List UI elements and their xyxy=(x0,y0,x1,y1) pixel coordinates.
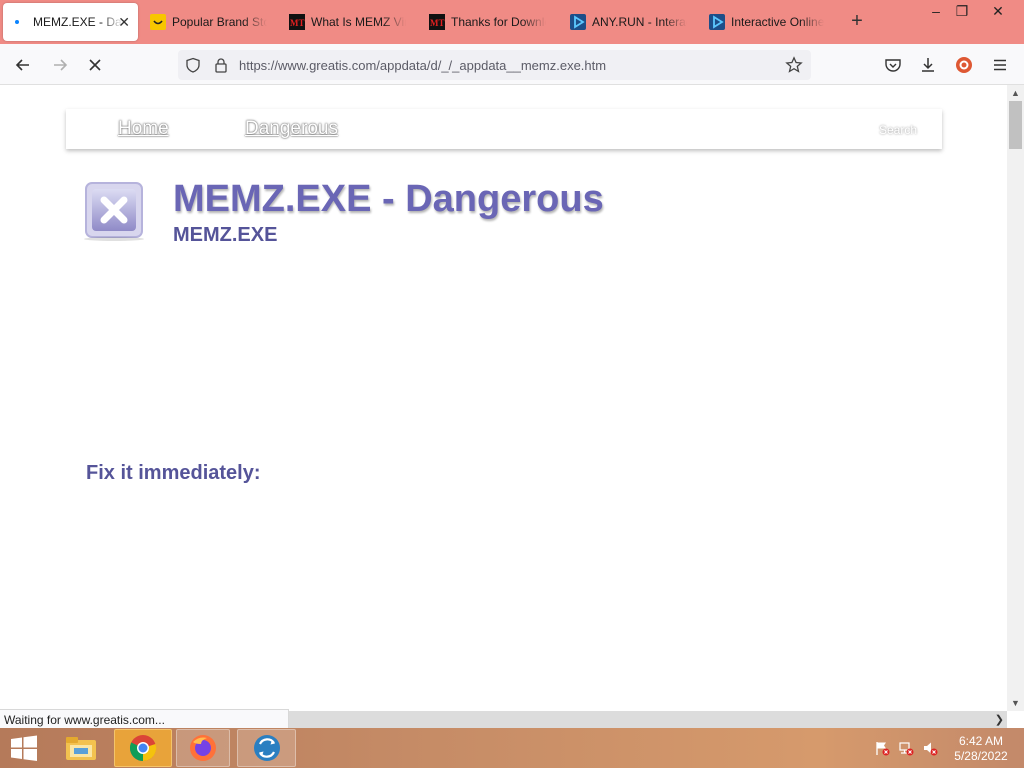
anyrun-app-button[interactable] xyxy=(237,729,296,767)
duckduckgo-extension-icon xyxy=(956,57,972,73)
dangerous-link[interactable]: Dangerous xyxy=(245,118,338,140)
page-title: MEMZ.EXE - Dangerous xyxy=(173,178,604,220)
back-button[interactable] xyxy=(10,52,36,78)
danger-x-icon xyxy=(82,181,146,241)
close-window-icon[interactable]: ✕ xyxy=(982,0,1014,22)
tab-label: ANY.RUN - Interactive xyxy=(592,15,687,29)
close-icon xyxy=(89,59,101,71)
tab-label: Popular Brand Stores xyxy=(172,15,267,29)
tab-popular-brand-stores[interactable]: Popular Brand Stores xyxy=(142,3,275,41)
new-tab-button[interactable]: + xyxy=(846,10,868,32)
pocket-icon xyxy=(885,59,901,72)
close-tab-icon[interactable]: ✕ xyxy=(118,14,130,31)
anyrun-favicon-icon xyxy=(570,14,586,30)
download-icon xyxy=(922,58,934,72)
file-explorer-icon xyxy=(66,737,96,760)
tab-what-is-memz[interactable]: MT What Is MEMZ Virus xyxy=(281,3,414,41)
page-subtitle: MEMZ.EXE xyxy=(173,224,278,246)
smiley-favicon-icon xyxy=(150,14,166,30)
forward-button[interactable] xyxy=(47,52,73,78)
mt-favicon-icon: MT xyxy=(429,14,445,30)
home-link[interactable]: Home xyxy=(118,118,169,140)
extension-button[interactable] xyxy=(951,52,977,78)
firefox-button[interactable] xyxy=(176,729,230,767)
tab-interactive-online[interactable]: Interactive Online xyxy=(701,3,834,41)
hamburger-menu-icon xyxy=(994,59,1006,71)
tab-label: Thanks for Downloading xyxy=(451,15,546,29)
clock-time: 6:42 AM xyxy=(958,734,1004,748)
shield-icon[interactable] xyxy=(184,56,202,74)
action-center-flag-icon[interactable] xyxy=(874,740,890,756)
pocket-button[interactable] xyxy=(880,52,906,78)
tab-thanks-for-downloading[interactable]: MT Thanks for Downloading xyxy=(421,3,554,41)
fix-heading: Fix it immediately: xyxy=(86,462,261,484)
loading-dot-icon xyxy=(11,14,27,30)
windows-taskbar: 6:42 AM 5/28/2022 xyxy=(0,728,1024,768)
chrome-button[interactable] xyxy=(114,729,172,767)
star-bookmark-icon[interactable] xyxy=(785,56,803,74)
tab-label: Interactive Online xyxy=(731,15,825,29)
tab-label: What Is MEMZ Virus xyxy=(311,15,406,29)
system-clock[interactable]: 6:42 AM 5/28/2022 xyxy=(948,734,1014,764)
scroll-down-icon[interactable]: ▼ xyxy=(1010,697,1021,709)
start-icon xyxy=(11,735,37,761)
network-icon[interactable] xyxy=(898,740,914,756)
restore-icon[interactable]: ❐ xyxy=(946,0,978,22)
address-bar[interactable]: https://www.greatis.com/appdata/d/_/_app… xyxy=(178,50,811,80)
start-button[interactable] xyxy=(4,729,44,767)
file-explorer-button[interactable] xyxy=(58,729,104,767)
tab-label: MEMZ.EXE - Dangerous xyxy=(33,15,123,29)
lock-icon[interactable] xyxy=(212,56,230,74)
url-text: https://www.greatis.com/appdata/d/_/_app… xyxy=(239,58,607,73)
mt-favicon-icon: MT xyxy=(289,14,305,30)
scrollbar-thumb[interactable] xyxy=(1009,101,1022,149)
scroll-right-icon[interactable]: ❯ xyxy=(995,713,1004,726)
site-navigation: Home Dangerous Search xyxy=(66,109,942,149)
stop-loading-button[interactable] xyxy=(82,52,108,78)
tab-memz-dangerous[interactable]: MEMZ.EXE - Dangerous ✕ xyxy=(3,3,138,41)
svg-text:MT: MT xyxy=(430,18,445,28)
clock-date: 5/28/2022 xyxy=(954,749,1008,763)
anyrun-app-icon xyxy=(253,735,280,761)
horizontal-scrollbar[interactable]: ❯ xyxy=(289,711,1007,728)
navigation-toolbar: https://www.greatis.com/appdata/d/_/_app… xyxy=(0,44,1024,85)
tab-anyrun-interactive[interactable]: ANY.RUN - Interactive xyxy=(562,3,695,41)
page-viewport: Home Dangerous Search MEMZ.EXE - Dangero… xyxy=(0,85,1007,711)
vertical-scrollbar[interactable]: ▲ ▼ xyxy=(1007,85,1024,711)
firefox-icon xyxy=(190,735,216,761)
arrow-right-icon xyxy=(54,59,68,71)
tab-strip: MEMZ.EXE - Dangerous ✕ Popular Brand Sto… xyxy=(0,0,1024,44)
search-field[interactable]: Search xyxy=(879,123,917,137)
volume-muted-icon[interactable] xyxy=(922,740,938,756)
chrome-icon xyxy=(129,735,157,762)
svg-text:MT: MT xyxy=(290,18,305,28)
menu-button[interactable] xyxy=(987,52,1013,78)
status-bar: Waiting for www.greatis.com... xyxy=(0,709,289,728)
anyrun-favicon-icon xyxy=(709,14,725,30)
downloads-button[interactable] xyxy=(915,52,941,78)
arrow-left-icon xyxy=(15,59,29,71)
scroll-up-icon[interactable]: ▲ xyxy=(1010,87,1021,99)
